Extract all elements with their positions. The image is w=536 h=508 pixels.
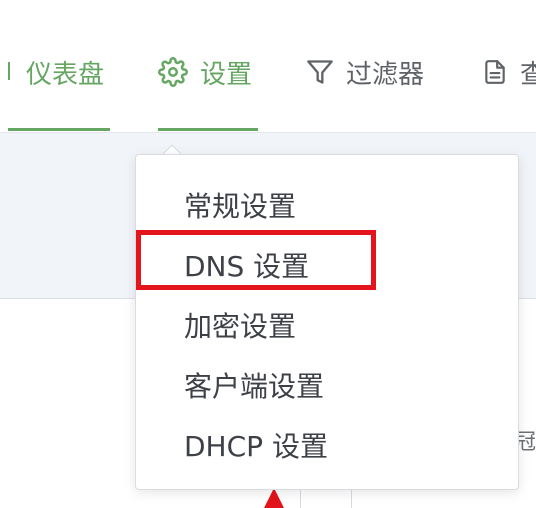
dashboard-icon	[8, 62, 10, 80]
menu-item-dhcp-settings[interactable]: DHCP 设置	[184, 423, 328, 467]
active-tab-underline	[158, 128, 258, 131]
menu-item-client-settings[interactable]: 客户端设置	[184, 363, 324, 407]
menu-item-label: DNS 设置	[184, 250, 310, 283]
menu-item-label: 加密设置	[184, 310, 297, 343]
menu-item-label: DHCP 设置	[184, 430, 328, 463]
nav-item-label: 过滤器	[346, 59, 425, 90]
nav-item-settings[interactable]: 设置	[158, 52, 252, 92]
page: 仪表盘 设置 过滤器 查 冠 常规设置 DNS 设置 加密设置 客户端设置 DH…	[0, 0, 536, 508]
document-icon	[482, 59, 508, 85]
nav-item-label: 设置	[200, 59, 253, 90]
gear-icon	[158, 57, 188, 87]
nav-item-filters[interactable]: 过滤器	[306, 52, 424, 92]
menu-item-encryption-settings[interactable]: 加密设置	[184, 303, 296, 347]
active-tab-underline	[8, 128, 110, 131]
menu-item-general-settings[interactable]: 常规设置	[184, 183, 296, 227]
nav-item-query-log[interactable]: 查	[482, 52, 536, 92]
nav-item-dashboard[interactable]: 仪表盘	[26, 52, 104, 92]
menu-item-dns-settings[interactable]: DNS 设置	[184, 243, 309, 287]
filter-icon	[306, 58, 334, 86]
menu-item-label: 常规设置	[184, 190, 297, 223]
nav-item-label: 查	[520, 59, 536, 90]
menu-item-label: 客户端设置	[184, 370, 325, 403]
settings-dropdown-menu: 常规设置 DNS 设置 加密设置 客户端设置 DHCP 设置	[135, 154, 519, 490]
top-nav: 仪表盘 设置 过滤器 查	[0, 0, 536, 132]
nav-item-label: 仪表盘	[26, 59, 105, 90]
